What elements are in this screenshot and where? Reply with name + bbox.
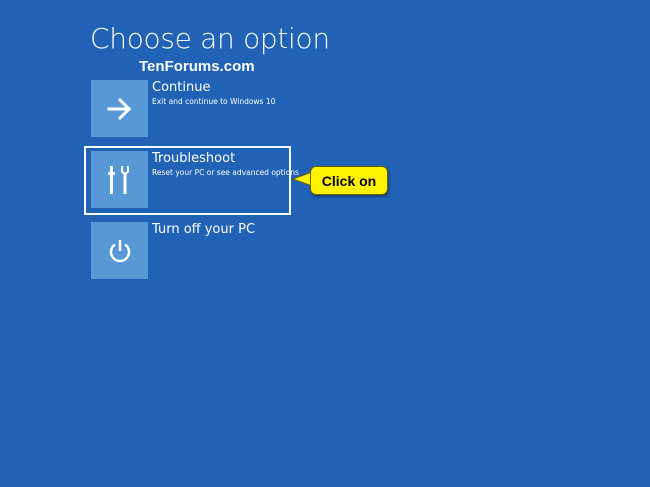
- turn-off-tile[interactable]: [91, 222, 148, 279]
- continue-tile[interactable]: [91, 80, 148, 137]
- page-title: Choose an option: [90, 22, 330, 55]
- click-on-callout: Click on: [310, 166, 388, 195]
- arrow-right-icon: [107, 97, 131, 120]
- continue-description: Exit and continue to Windows 10: [152, 97, 276, 106]
- watermark: TenForums.com: [139, 58, 255, 75]
- troubleshoot-option[interactable]: Troubleshoot Reset your PC or see advanc…: [91, 151, 299, 209]
- continue-label: Continue: [152, 80, 211, 95]
- tools-icon: [107, 165, 129, 194]
- turn-off-option[interactable]: Turn off your PC: [91, 222, 286, 280]
- turn-off-label: Turn off your PC: [152, 222, 256, 237]
- troubleshoot-tile[interactable]: [91, 151, 148, 208]
- power-icon: [109, 239, 130, 262]
- troubleshoot-label: Troubleshoot: [152, 151, 236, 166]
- continue-option[interactable]: Continue Exit and continue to Windows 10: [91, 80, 286, 138]
- troubleshoot-description: Reset your PC or see advanced options: [152, 168, 299, 177]
